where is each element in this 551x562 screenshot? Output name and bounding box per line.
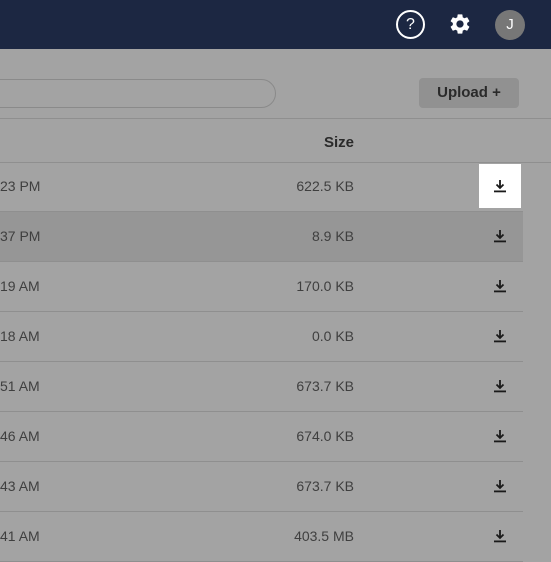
download-button[interactable]	[479, 264, 521, 308]
download-button[interactable]	[479, 414, 521, 458]
column-header-size[interactable]: Size	[300, 134, 354, 151]
file-table: 23 PM 622.5 KB 37 PM 8.9 KB 19 AM 170.0 KB 18 …	[0, 162, 523, 562]
modified-date-cell: 19 AM	[0, 278, 40, 294]
user-avatar[interactable]: J	[495, 10, 525, 40]
file-size-cell: 8.9 KB	[311, 228, 354, 244]
download-button[interactable]	[479, 314, 521, 358]
download-icon	[494, 330, 506, 343]
modified-date-cell: 51 AM	[0, 378, 40, 394]
file-size-cell: 673.7 KB	[296, 478, 354, 494]
table-row[interactable]: 46 AM 674.0 KB	[0, 412, 523, 462]
modified-date-cell: 37 PM	[0, 228, 41, 244]
table-row[interactable]: 19 AM 170.0 KB	[0, 262, 523, 312]
table-row[interactable]: 37 PM 8.9 KB	[0, 212, 523, 262]
table-row[interactable]: 18 AM 0.0 KB	[0, 312, 523, 362]
download-button[interactable]	[479, 464, 521, 508]
download-icon	[494, 530, 506, 543]
gear-icon[interactable]	[448, 12, 472, 36]
download-button[interactable]	[479, 214, 521, 258]
modified-date-cell: 18 AM	[0, 328, 40, 344]
modified-date-cell: 46 AM	[0, 428, 40, 444]
search-input[interactable]	[0, 79, 276, 108]
download-icon	[494, 180, 506, 193]
download-button[interactable]	[479, 514, 521, 558]
file-size-cell: 170.0 KB	[296, 278, 354, 294]
table-row[interactable]: 23 PM 622.5 KB	[0, 162, 523, 212]
download-icon	[494, 280, 506, 293]
toolbar-divider	[0, 118, 551, 119]
upload-button[interactable]: Upload +	[419, 78, 519, 108]
file-size-cell: 674.0 KB	[296, 428, 354, 444]
modified-date-cell: 41 AM	[0, 528, 40, 544]
download-icon	[494, 430, 506, 443]
table-row[interactable]: 41 AM 403.5 MB	[0, 512, 523, 562]
modified-date-cell: 23 PM	[0, 178, 41, 194]
help-icon[interactable]: ?	[396, 10, 425, 39]
modified-date-cell: 43 AM	[0, 478, 40, 494]
top-navigation-bar: ? J	[0, 0, 551, 49]
file-size-cell: 403.5 MB	[294, 528, 354, 544]
download-icon	[494, 480, 506, 493]
download-icon	[494, 380, 506, 393]
table-row[interactable]: 51 AM 673.7 KB	[0, 362, 523, 412]
download-icon	[494, 230, 506, 243]
file-size-cell: 0.0 KB	[311, 328, 354, 344]
download-button[interactable]	[479, 364, 521, 408]
file-size-cell: 673.7 KB	[296, 378, 354, 394]
table-row[interactable]: 43 AM 673.7 KB	[0, 462, 523, 512]
download-button[interactable]	[479, 164, 521, 208]
file-size-cell: 622.5 KB	[296, 178, 354, 194]
